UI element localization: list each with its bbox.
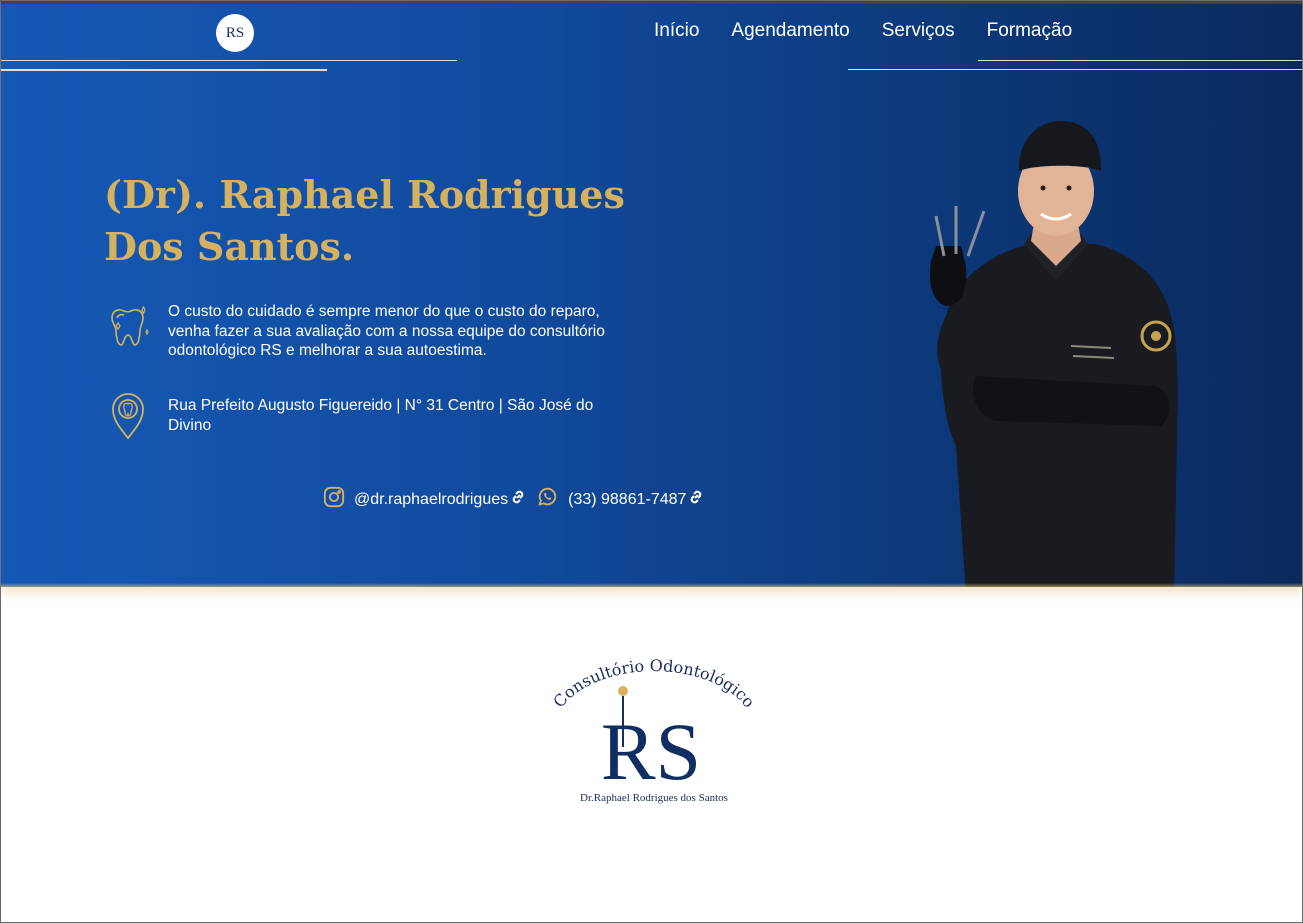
- instagram-icon: [323, 486, 345, 513]
- instagram-handle: @dr.raphaelrodrigues: [354, 490, 509, 508]
- nav-item-servicos[interactable]: Serviços: [866, 19, 971, 43]
- tooth-icon: [104, 302, 154, 355]
- nav-item-agendamento[interactable]: Agendamento: [715, 19, 865, 43]
- header-divider-left-short: [1, 69, 327, 71]
- hero-address: Rua Prefeito Augusto Figuereido | N° 31 …: [168, 397, 594, 434]
- instagram-link[interactable]: @dr.raphaelrodrigues: [323, 486, 526, 513]
- whatsapp-link[interactable]: (33) 98861-7487: [536, 486, 704, 513]
- contact-links: @dr.raphaelrodrigues (33) 98861-7487: [323, 486, 714, 513]
- header-divider-right: [848, 69, 1302, 70]
- window-top-border: [1, 1, 1302, 4]
- main-nav: Início Agendamento Serviços Formação: [654, 19, 1088, 43]
- nav-item-inicio[interactable]: Início: [654, 19, 715, 43]
- nav-item-formacao[interactable]: Formação: [971, 19, 1089, 43]
- address-row: Rua Prefeito Augusto Figuereido | N° 31 …: [104, 390, 638, 447]
- footer-logo: Consultório Odontológico RS Dr.Raphael R…: [549, 656, 758, 804]
- footer-logo-name: Dr.Raphael Rodrigues dos Santos: [580, 792, 728, 804]
- hero-title: (Dr). Raphael Rodrigues Dos Santos.: [104, 172, 625, 269]
- footer-logo-monogram: RS: [601, 706, 701, 797]
- link-icon: [688, 489, 704, 510]
- location-pin-icon: [104, 390, 154, 447]
- whatsapp-number: (33) 98861-7487: [568, 490, 687, 508]
- nav-logo-text: RS: [225, 24, 245, 41]
- doctor-photo: [929, 121, 1178, 587]
- link-icon: [510, 489, 526, 510]
- description-row: O custo do cuidado é sempre menor do que…: [104, 302, 638, 361]
- footer-logo-arc-text: Consultório Odontológico: [549, 656, 758, 711]
- header-divider-right-top: [978, 60, 1302, 61]
- hero-description: O custo do cuidado é sempre menor do que…: [168, 303, 605, 359]
- gold-dot: [618, 686, 628, 696]
- nav-logo[interactable]: RS: [216, 14, 254, 52]
- hero-section: RS Início Agendamento Serviços Formação …: [1, 1, 1302, 587]
- header-divider-left: [1, 60, 457, 61]
- whatsapp-icon: [536, 486, 558, 513]
